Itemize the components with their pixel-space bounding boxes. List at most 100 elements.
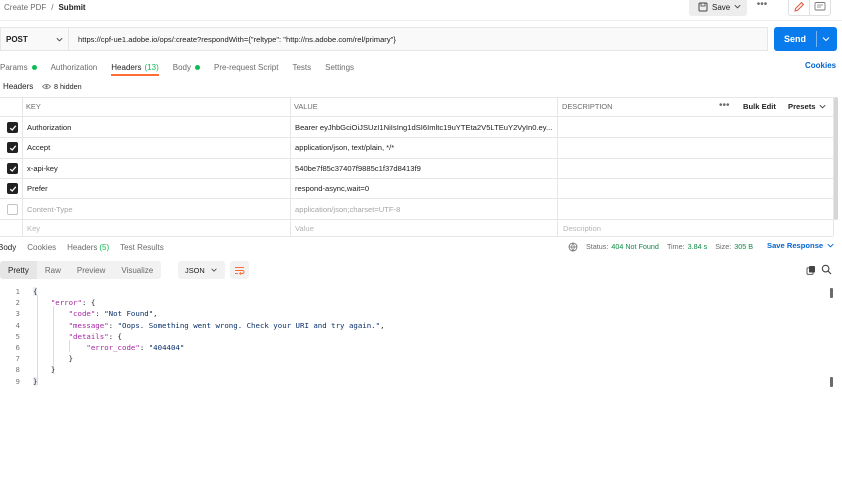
header-value[interactable]: respond-async,wait=0	[295, 184, 553, 193]
header-value[interactable]: 540be7f85c37407f9885c1f37d8413f9	[295, 164, 553, 173]
check-icon	[9, 124, 16, 131]
format-preview[interactable]: Preview	[68, 261, 114, 279]
column-header-value: VALUE	[294, 102, 318, 111]
code-line: "message": "Oops. Something went wrong. …	[33, 320, 385, 331]
tab-response-body[interactable]: Body	[0, 243, 16, 252]
tab-response-headers[interactable]: Headers (5)	[67, 243, 109, 252]
chevron-down-icon[interactable]	[821, 34, 831, 44]
more-options-icon[interactable]: •••	[755, 0, 769, 12]
tab-pre-request-script[interactable]: Pre-request Script	[214, 63, 278, 72]
column-divider	[22, 97, 23, 236]
hidden-headers-toggle[interactable]: 8 hidden	[42, 81, 82, 92]
scrollbar-marker[interactable]	[830, 377, 833, 387]
wrap-icon	[235, 266, 245, 275]
tab-label: Headers	[111, 62, 142, 72]
tab-body[interactable]: Body	[173, 63, 200, 72]
url-input[interactable]: https://cpf-ue1.adobe.io/ops/:create?res…	[68, 27, 768, 51]
format-pretty[interactable]: Pretty	[0, 261, 37, 279]
scrollbar[interactable]	[834, 97, 838, 220]
header-enabled-checkbox[interactable]	[7, 142, 18, 153]
line-number: 3	[15, 309, 20, 319]
format-visualize[interactable]: Visualize	[113, 261, 162, 279]
tab-count: (13)	[144, 62, 159, 72]
language-label: JSON	[185, 265, 205, 275]
header-value[interactable]: application/json;charset=UTF-8	[295, 205, 553, 214]
format-raw[interactable]: Raw	[36, 261, 69, 279]
tab-tests[interactable]: Tests	[292, 63, 311, 72]
new-key-input[interactable]: Key	[27, 224, 40, 233]
table-border	[0, 219, 833, 220]
code-line: "details": {	[33, 331, 122, 342]
header-value[interactable]: application/json, text/plain, */*	[295, 143, 553, 152]
save-response-button[interactable]: Save Response	[767, 241, 835, 250]
tab-headers[interactable]: Headers (13)	[111, 62, 160, 76]
json-key: "code"	[68, 309, 96, 319]
tab-test-results[interactable]: Test Results	[120, 243, 164, 252]
header-key[interactable]: x-api-key	[27, 164, 282, 173]
comment-icon	[814, 2, 826, 11]
header-key[interactable]: Prefer	[27, 184, 282, 193]
send-button[interactable]: Send	[774, 27, 837, 51]
search-icon[interactable]	[821, 264, 832, 277]
breadcrumb-current[interactable]: Submit	[58, 3, 85, 12]
copy-icon[interactable]	[806, 265, 816, 277]
new-value-input[interactable]: Value	[295, 224, 314, 233]
header-key[interactable]: Authorization	[27, 123, 282, 132]
header-enabled-checkbox[interactable]	[7, 204, 18, 215]
table-border	[0, 116, 833, 117]
documentation-button[interactable]	[809, 0, 831, 16]
size-value[interactable]: 305 B	[734, 242, 753, 251]
save-button[interactable]: Save	[689, 0, 747, 16]
chevron-down-icon	[827, 243, 834, 248]
line-number: 1	[15, 287, 20, 296]
response-status: Status: 404 Not Found Time: 3.84 s Size:…	[568, 241, 753, 252]
header-enabled-checkbox[interactable]	[7, 163, 18, 174]
tab-response-cookies[interactable]: Cookies	[27, 243, 56, 252]
table-border	[0, 97, 833, 98]
header-key[interactable]: Accept	[27, 143, 282, 152]
tab-label: Body	[172, 62, 191, 72]
tab-settings[interactable]: Settings	[325, 63, 354, 72]
headers-section-label: Headers	[3, 82, 34, 91]
code-line: {	[33, 286, 38, 297]
header-key[interactable]: Content-Type	[27, 205, 282, 214]
code-text: ,	[153, 309, 158, 319]
cookies-link[interactable]: Cookies	[805, 61, 836, 70]
code-text: }	[50, 365, 56, 375]
code-text: :	[108, 320, 118, 330]
header-enabled-checkbox[interactable]	[7, 183, 18, 194]
chevron-down-icon[interactable]	[733, 2, 742, 11]
tab-params[interactable]: Params	[0, 63, 37, 72]
tab-authorization[interactable]: Authorization	[51, 63, 98, 72]
breadcrumb-parent[interactable]: Create PDF	[4, 3, 46, 12]
language-select[interactable]: JSON	[178, 261, 225, 279]
presets-dropdown[interactable]: Presets	[788, 102, 827, 111]
header-value[interactable]: Bearer eyJhbGciOiJSUzI1NiIsIng1dSI6Imltc…	[295, 123, 553, 132]
table-border	[0, 178, 833, 179]
scrollbar-marker[interactable]	[830, 288, 833, 298]
time-value[interactable]: 3.84 s	[688, 242, 708, 251]
code-line: "error_code": "404404"	[33, 342, 184, 353]
status-value[interactable]: 404 Not Found	[611, 242, 659, 251]
save-label: Save	[712, 2, 731, 12]
line-number: 9	[15, 376, 20, 386]
line-number: 2	[15, 298, 20, 308]
wrap-lines-button[interactable]	[230, 261, 249, 279]
json-string: "404404"	[148, 343, 185, 352]
status-label: Status:	[586, 242, 609, 251]
globe-icon[interactable]	[568, 242, 578, 252]
hidden-count: 8 hidden	[54, 82, 82, 91]
header-enabled-checkbox[interactable]	[7, 122, 18, 133]
method-select[interactable]: POST	[0, 27, 68, 51]
new-description-input[interactable]: Description	[563, 224, 601, 233]
bulk-edit-button[interactable]: Bulk Edit	[743, 102, 776, 111]
more-options-icon[interactable]: •••	[719, 100, 730, 111]
json-key: "message"	[68, 320, 109, 330]
status-dot	[31, 64, 37, 70]
line-number: 6	[15, 343, 20, 352]
format-switcher: Pretty Raw Preview Visualize	[0, 261, 162, 279]
edit-button[interactable]	[788, 0, 810, 16]
code-text: }	[68, 354, 74, 364]
json-string: "Not Found"	[104, 309, 154, 319]
